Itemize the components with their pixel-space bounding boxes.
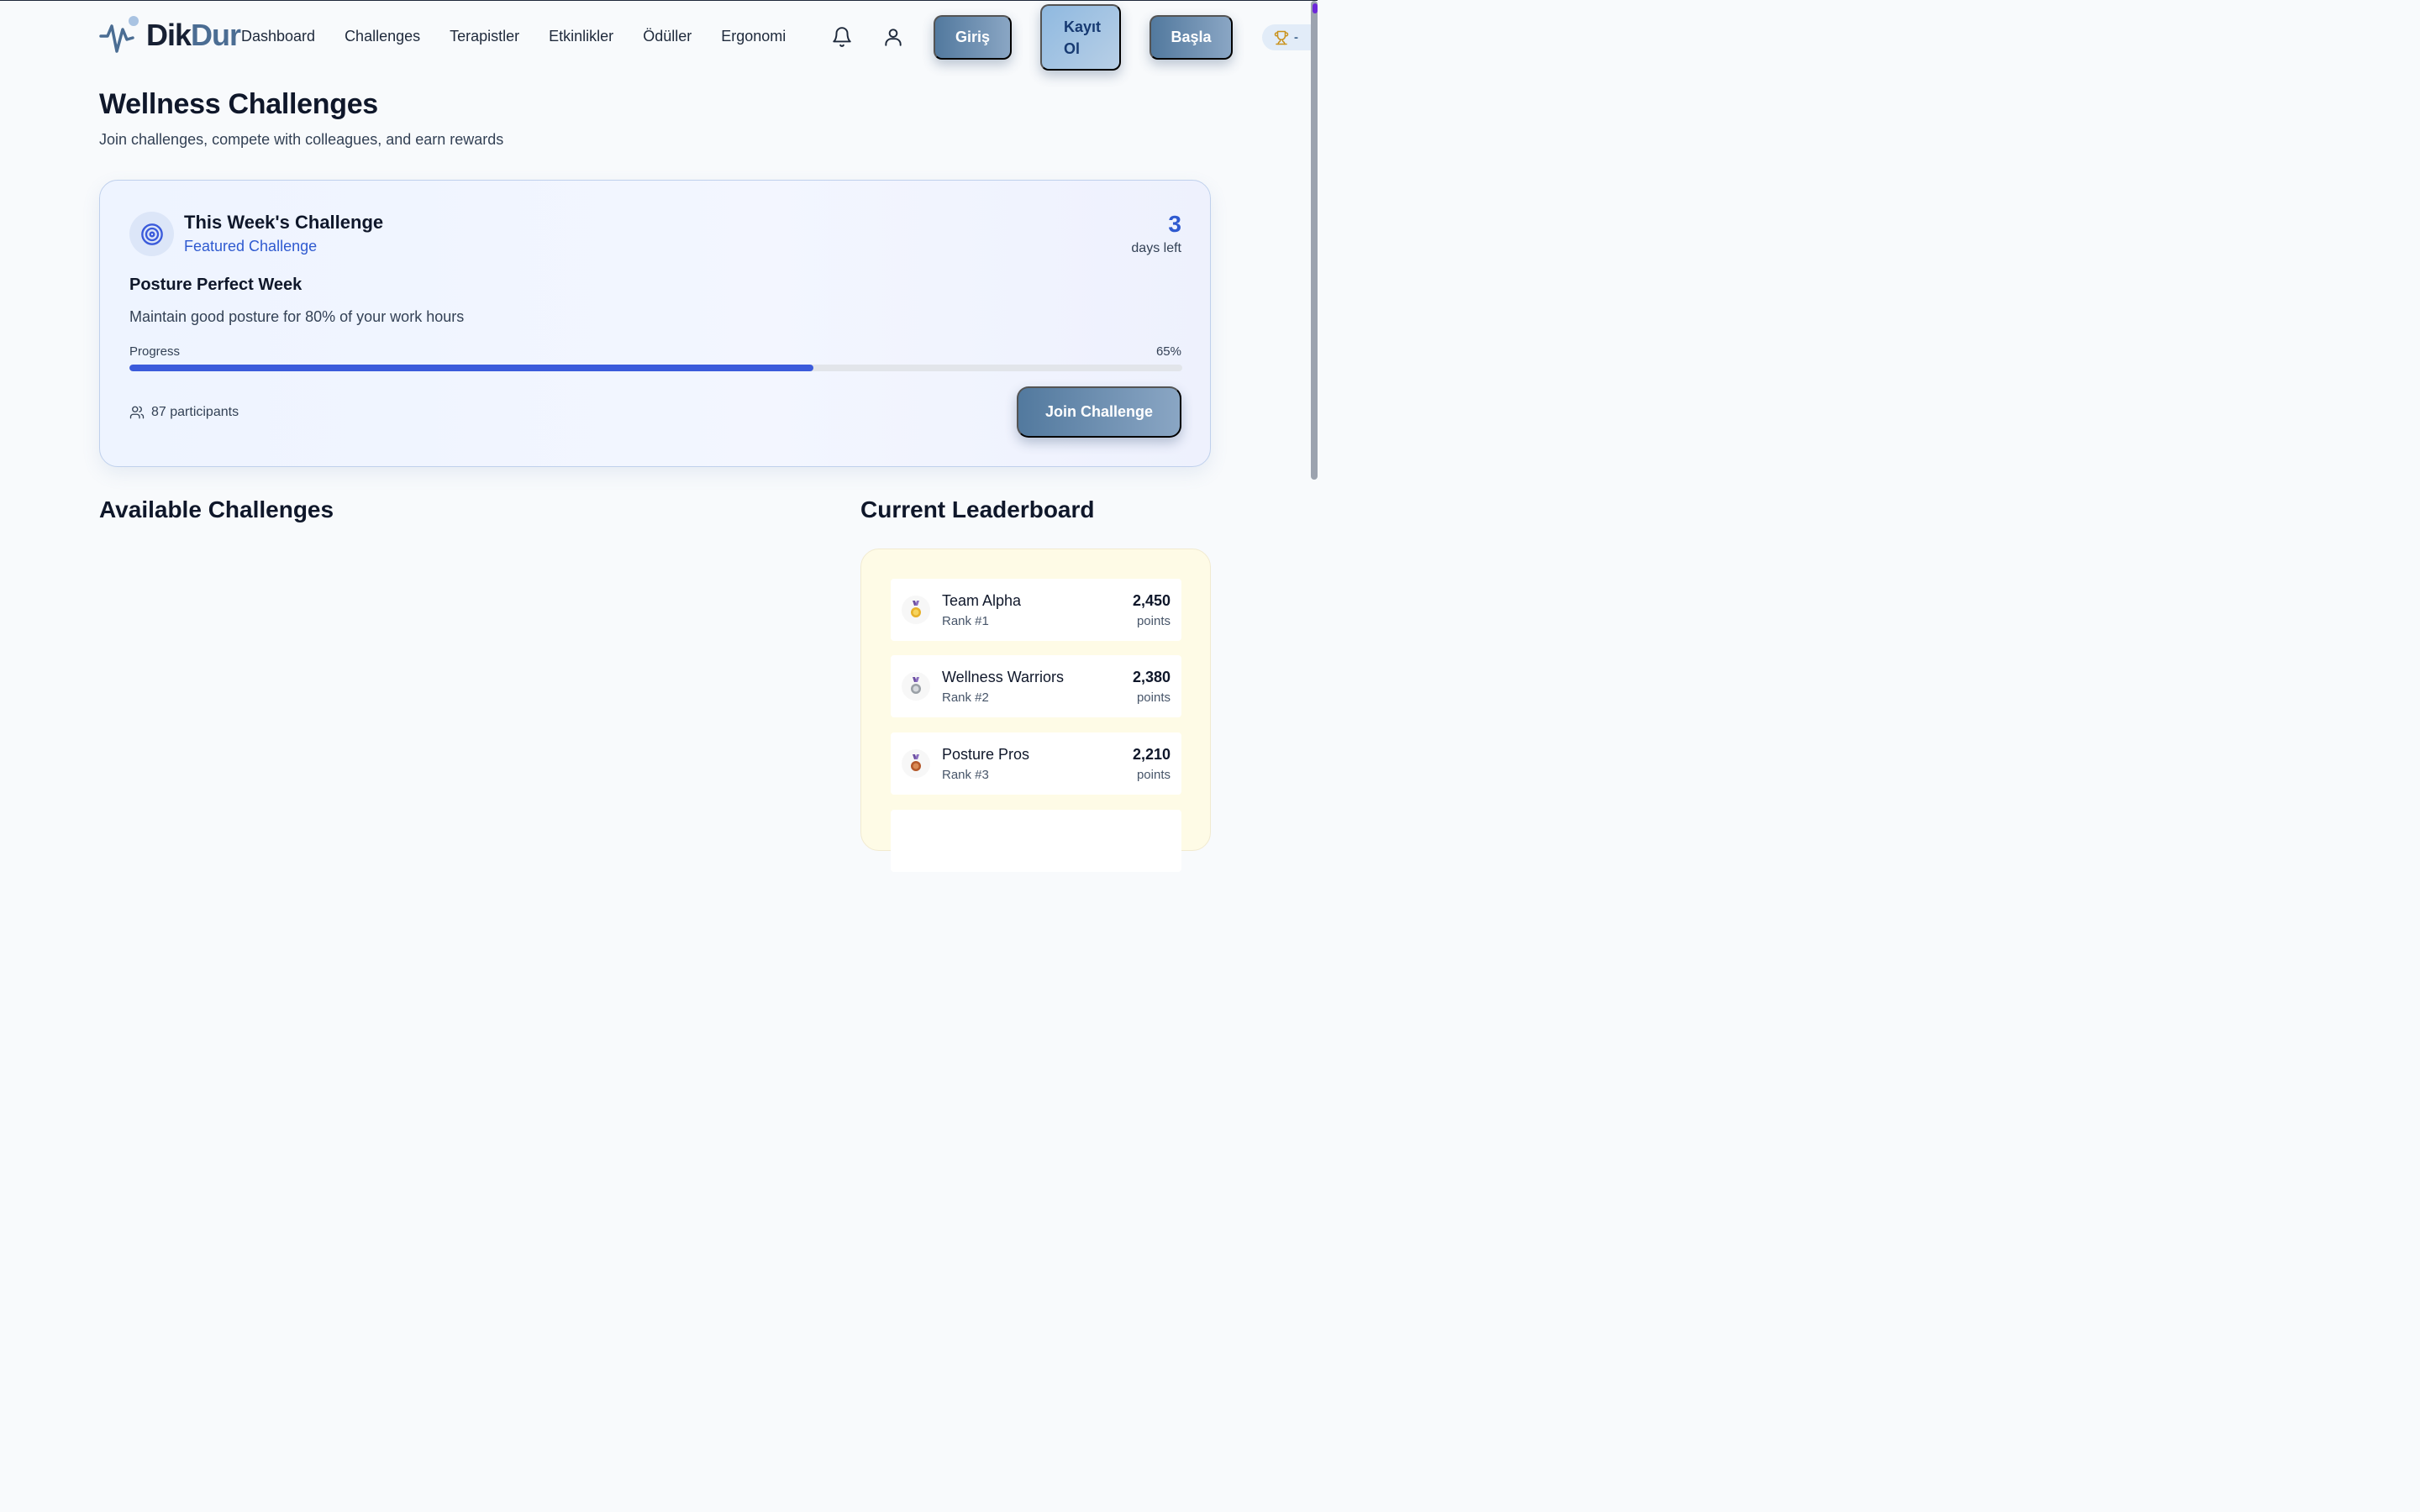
progress-percent: 65% xyxy=(1155,344,1181,359)
bell-icon[interactable] xyxy=(831,26,853,48)
target-icon xyxy=(129,212,174,256)
participants-text: 87 participants xyxy=(151,405,239,419)
start-button[interactable]: Başla xyxy=(1150,15,1233,60)
leaderboard-title: Current Leaderboard xyxy=(860,496,1095,522)
leaderboard-row[interactable] xyxy=(891,810,1181,872)
gold-medal-icon xyxy=(902,596,930,624)
progress-bar-fill xyxy=(129,365,814,371)
challenge-description: Maintain good posture for 80% of your wo… xyxy=(129,308,465,325)
available-challenges-title: Available Challenges xyxy=(99,496,334,522)
team-points: 2,210 xyxy=(1132,746,1171,763)
register-button[interactable]: Kayıt Ol xyxy=(1040,4,1121,71)
points-badge[interactable]: - xyxy=(1262,24,1311,50)
points-label: points xyxy=(1136,768,1171,782)
nav-links: Dashboard Challenges Terapistler Etkinli… xyxy=(241,28,815,45)
featured-tag: Featured Challenge xyxy=(184,238,318,255)
users-icon xyxy=(129,406,145,419)
nav-link-ergonomi[interactable]: Ergonomi xyxy=(721,28,786,45)
points-label: points xyxy=(1136,614,1171,628)
leaderboard-row[interactable]: Wellness Warriors Rank #2 2,380 points xyxy=(891,655,1181,717)
brand-name-part1: Dik xyxy=(146,18,192,52)
page-scrollbar[interactable] xyxy=(1311,1,1318,480)
team-points: 2,450 xyxy=(1132,592,1171,609)
trophy-icon xyxy=(1274,30,1289,45)
team-name: Wellness Warriors xyxy=(942,669,1065,685)
featured-challenge-card: This Week's Challenge Featured Challenge… xyxy=(99,180,1211,467)
join-challenge-button[interactable]: Join Challenge xyxy=(1017,386,1181,438)
login-button[interactable]: Giriş xyxy=(934,15,1012,60)
register-line1: Kayıt xyxy=(1064,18,1102,35)
nav-link-terapistler[interactable]: Terapistler xyxy=(450,28,519,45)
brand-name-part2: Dur xyxy=(191,18,241,52)
bronze-medal-icon xyxy=(902,749,930,778)
days-left-value: 3 xyxy=(1168,211,1181,237)
progress-bar xyxy=(129,365,1182,371)
team-points: 2,380 xyxy=(1132,669,1171,685)
user-icon[interactable] xyxy=(882,26,904,48)
nav-link-oduller[interactable]: Ödüller xyxy=(643,28,692,45)
progress-label: Progress xyxy=(129,344,181,359)
featured-card-title: This Week's Challenge xyxy=(184,212,384,233)
page-title: Wellness Challenges xyxy=(99,88,378,120)
team-name: Posture Pros xyxy=(942,746,1030,763)
team-rank: Rank #3 xyxy=(942,768,989,782)
days-left-label: days left xyxy=(1131,241,1181,255)
team-rank: Rank #1 xyxy=(942,614,989,628)
brand-logo[interactable]: DikDur xyxy=(99,14,241,56)
leaderboard-row[interactable]: Team Alpha Rank #1 2,450 points xyxy=(891,579,1181,641)
points-label: points xyxy=(1136,690,1171,705)
nav-link-dashboard[interactable]: Dashboard xyxy=(241,28,315,45)
points-badge-value: - xyxy=(1294,30,1298,45)
register-button-label: Kayıt Ol xyxy=(1064,16,1101,60)
team-rank: Rank #2 xyxy=(942,690,989,705)
scroll-indicator xyxy=(1313,3,1318,13)
heartbeat-logo-icon xyxy=(99,16,139,53)
team-name: Team Alpha xyxy=(942,592,1022,609)
brand-name: DikDur xyxy=(146,18,241,52)
leaderboard-row[interactable]: Posture Pros Rank #3 2,210 points xyxy=(891,732,1181,795)
challenge-name: Posture Perfect Week xyxy=(129,276,302,294)
register-line2: Ol xyxy=(1064,39,1081,57)
participants-count: 87 participants xyxy=(129,405,239,420)
nav-link-challenges[interactable]: Challenges xyxy=(345,28,420,45)
leaderboard-panel: Team Alpha Rank #1 2,450 points Wellness… xyxy=(860,549,1211,872)
nav-link-etkinlikler[interactable]: Etkinlikler xyxy=(549,28,613,45)
page-subtitle: Join challenges, compete with colleagues… xyxy=(99,131,504,148)
silver-medal-icon xyxy=(902,672,930,701)
top-navbar: DikDur Dashboard Challenges Terapistler … xyxy=(0,1,1318,73)
